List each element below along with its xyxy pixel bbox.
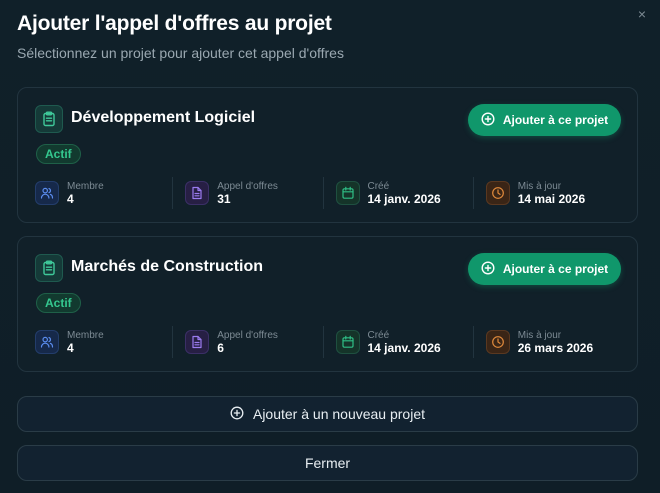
stat-updated: Mis à jour 26 mars 2026 <box>472 326 623 358</box>
close-button[interactable]: Fermer <box>17 445 638 481</box>
add-button-label: Ajouter à ce projet <box>502 113 609 127</box>
stat-label: Appel d'offres <box>217 330 278 341</box>
close-button-label: Fermer <box>304 455 351 471</box>
clock-icon <box>485 181 510 205</box>
clipboard-icon <box>35 105 63 133</box>
stat-created: Créé 14 janv. 2026 <box>322 326 473 358</box>
plus-circle-icon <box>230 406 244 423</box>
status-badge: Actif <box>36 144 81 164</box>
stat-value: 26 mars 2026 <box>517 341 594 355</box>
add-new-project-button[interactable]: Ajouter à un nouveau projet <box>17 396 638 432</box>
plus-circle-icon <box>481 260 495 278</box>
users-icon <box>35 330 59 354</box>
plus-circle-icon <box>481 111 495 129</box>
project-stats: Membre 4 Appel d'offres 31 Créé 14 janv.… <box>35 177 623 209</box>
stat-members: Membre 4 <box>35 326 172 358</box>
project-stats: Membre 4 Appel d'offres 6 Créé 14 janv. … <box>35 326 623 358</box>
stat-value: 4 <box>67 341 74 355</box>
stat-value: 6 <box>217 341 224 355</box>
stat-created: Créé 14 janv. 2026 <box>322 177 473 209</box>
stat-updated: Mis à jour 14 mai 2026 <box>472 177 623 209</box>
stat-value: 14 janv. 2026 <box>367 192 441 206</box>
project-card: Développement Logiciel Ajouter à ce proj… <box>17 87 638 223</box>
new-project-label: Ajouter à un nouveau projet <box>252 406 425 422</box>
clock-icon <box>485 330 510 354</box>
stat-value: 14 mai 2026 <box>517 192 586 206</box>
stat-tenders: Appel d'offres 31 <box>172 177 322 209</box>
clipboard-icon <box>35 254 63 282</box>
project-name: Marchés de Construction <box>71 258 264 275</box>
project-card: Marchés de Construction Ajouter à ce pro… <box>17 236 638 372</box>
users-icon <box>35 181 59 205</box>
dialog-subtitle: Sélectionnez un projet pour ajouter cet … <box>17 45 344 61</box>
dialog-title: Ajouter l'appel d'offres au projet <box>17 12 332 35</box>
calendar-icon <box>335 181 360 205</box>
document-icon <box>185 330 210 354</box>
add-button-label: Ajouter à ce projet <box>502 262 609 276</box>
stat-value: 14 janv. 2026 <box>367 341 441 355</box>
status-badge: Actif <box>36 293 81 313</box>
close-icon[interactable]: × <box>634 6 650 22</box>
stat-value: 31 <box>217 192 231 206</box>
project-name: Développement Logiciel <box>71 109 256 126</box>
document-icon <box>185 181 210 205</box>
stat-tenders: Appel d'offres 6 <box>172 326 322 358</box>
stat-members: Membre 4 <box>35 177 172 209</box>
calendar-icon <box>335 330 360 354</box>
add-to-project-button[interactable]: Ajouter à ce projet <box>468 104 621 136</box>
add-to-project-button[interactable]: Ajouter à ce projet <box>468 253 621 285</box>
stat-value: 4 <box>67 192 74 206</box>
add-to-project-dialog: × Ajouter l'appel d'offres au projet Sél… <box>0 0 660 493</box>
